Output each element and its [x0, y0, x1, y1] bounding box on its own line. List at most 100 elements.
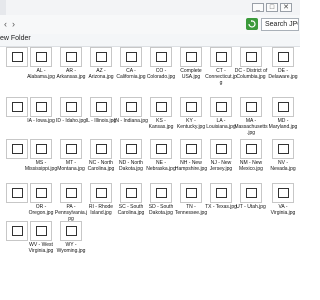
file-item[interactable]: MS - Mississippi.jpg — [24, 139, 58, 172]
file-item[interactable]: CA - California.jpg — [114, 47, 148, 80]
file-item[interactable]: AZ - Arizona.jpg — [84, 47, 118, 80]
image-thumbnail-icon — [272, 183, 294, 203]
file-item[interactable]: UT - Utah.jpg — [234, 183, 268, 210]
state-outline-icon — [186, 144, 197, 154]
image-thumbnail-icon — [210, 97, 232, 117]
image-thumbnail-icon — [272, 139, 294, 159]
back-icon[interactable]: ‹ — [4, 19, 7, 29]
file-item[interactable]: NH - New Hampshire.jpg — [174, 139, 208, 172]
close-button[interactable]: ✕ — [280, 3, 292, 12]
file-item[interactable]: NE - Nebraska.jpg — [144, 139, 178, 172]
file-label: LA - Louisiana.jpg — [206, 118, 236, 130]
image-thumbnail-icon — [90, 97, 112, 117]
file-item[interactable]: OR - Oregon.jpg — [24, 183, 58, 216]
state-outline-icon — [36, 52, 47, 62]
file-item[interactable]: MA - Massachusetts.jpg — [234, 97, 268, 136]
file-item[interactable]: DC - District of Columbia.jpg — [234, 47, 268, 80]
file-item[interactable]: ID - Idaho.jpg — [54, 97, 88, 124]
state-outline-icon — [186, 102, 197, 112]
state-outline-icon — [278, 52, 289, 62]
state-outline-icon — [12, 226, 23, 236]
file-label: UT - Utah.jpg — [236, 204, 266, 210]
image-thumbnail-icon — [180, 97, 202, 117]
image-thumbnail-icon — [60, 97, 82, 117]
file-item[interactable]: WY - Wyoming.jpg — [54, 221, 88, 254]
file-item[interactable]: KS - Kansas.jpg — [144, 97, 178, 130]
image-thumbnail-icon — [240, 139, 262, 159]
file-item[interactable]: SD - South Dakota.jpg — [144, 183, 178, 216]
file-item[interactable]: NM - New Mexico.jpg — [234, 139, 268, 172]
new-folder-button[interactable]: ew Folder — [0, 35, 31, 42]
file-item[interactable]: MD - Maryland.jpg — [266, 97, 300, 130]
file-item[interactable]: TX - Texas.jpg — [204, 183, 238, 210]
file-item[interactable]: TN - Tennessee.jpg — [174, 183, 208, 216]
state-outline-icon — [186, 188, 197, 198]
file-item[interactable]: KY - Kentucky.jpg — [174, 97, 208, 130]
file-item[interactable]: IA - Iowa.jpg — [24, 97, 58, 124]
file-label: IN - Indiana.jpg — [114, 118, 148, 124]
file-label: NJ - New Jersey.jpg — [209, 160, 233, 172]
file-item[interactable]: NV - Nevada.jpg — [266, 139, 300, 172]
file-label: WY - Wyoming.jpg — [56, 242, 86, 254]
command-toolbar: ew Folder — [0, 34, 300, 47]
file-item[interactable]: DE - Delaware.jpg — [266, 47, 300, 80]
file-label: IA - Iowa.jpg — [27, 118, 55, 124]
file-label: AR - Arkansas.jpg — [56, 68, 86, 80]
forward-icon[interactable]: › — [12, 19, 15, 29]
file-item[interactable]: Complete USA.jpg — [174, 47, 208, 80]
file-item[interactable]: WV - West Virginia.jpg — [24, 221, 58, 254]
file-label: KS - Kansas.jpg — [148, 118, 174, 130]
state-outline-icon — [126, 144, 137, 154]
state-outline-icon — [156, 144, 167, 154]
file-item[interactable]: IL - Illinois.jpg — [84, 97, 118, 124]
state-outline-icon — [126, 102, 137, 112]
file-item[interactable]: CO - Colorado.jpg — [144, 47, 178, 80]
file-item[interactable]: CT - Connecticut.jpg — [204, 47, 238, 86]
file-label: AZ - Arizona.jpg — [88, 68, 114, 80]
file-item[interactable]: VA - Virginia.jpg — [266, 183, 300, 216]
file-label: MT - Montana.jpg — [57, 160, 85, 172]
maximize-button[interactable]: □ — [266, 3, 278, 12]
state-outline-icon — [126, 52, 137, 62]
search-input[interactable]: Search JPG — [261, 18, 299, 31]
file-item[interactable]: NJ - New Jersey.jpg — [204, 139, 238, 172]
state-outline-icon — [36, 188, 47, 198]
file-label: SD - South Dakota.jpg — [148, 204, 174, 216]
file-label: CT - Connecticut.jpg — [205, 68, 237, 86]
state-outline-icon — [278, 188, 289, 198]
state-outline-icon — [12, 188, 23, 198]
window-titlebar: _ □ ✕ — [0, 0, 300, 16]
state-outline-icon — [12, 144, 23, 154]
file-label: CO - Colorado.jpg — [146, 68, 176, 80]
file-label: MS - Mississippi.jpg — [24, 160, 58, 172]
image-thumbnail-icon — [240, 97, 262, 117]
file-label: TX - Texas.jpg — [205, 204, 237, 210]
file-item[interactable]: MT - Montana.jpg — [54, 139, 88, 172]
file-label: CA - California.jpg — [116, 68, 146, 80]
minimize-button[interactable]: _ — [252, 3, 264, 12]
state-outline-icon — [66, 102, 77, 112]
refresh-button[interactable] — [246, 18, 258, 30]
state-outline-icon — [216, 188, 227, 198]
file-item[interactable]: AR - Arkansas.jpg — [54, 47, 88, 80]
state-outline-icon — [66, 226, 77, 236]
file-label: KY - Kentucky.jpg — [176, 118, 206, 130]
image-thumbnail-icon — [210, 47, 232, 67]
file-item[interactable]: ND - North Dakota.jpg — [114, 139, 148, 172]
state-outline-icon — [126, 188, 137, 198]
image-thumbnail-icon — [30, 139, 52, 159]
address-bar: ‹ › Search JPG — [0, 15, 300, 35]
image-thumbnail-icon — [90, 139, 112, 159]
image-thumbnail-icon — [210, 183, 232, 203]
file-item[interactable]: LA - Louisiana.jpg — [204, 97, 238, 130]
file-item[interactable]: IN - Indiana.jpg — [114, 97, 148, 124]
state-outline-icon — [36, 102, 47, 112]
file-item[interactable]: RI - Rhode Island.jpg — [84, 183, 118, 216]
image-thumbnail-icon — [60, 47, 82, 67]
file-item[interactable]: NC - North Carolina.jpg — [84, 139, 118, 172]
file-item[interactable]: AL - Alabama.jpg — [24, 47, 58, 80]
file-item[interactable]: SC - South Carolina.jpg — [114, 183, 148, 216]
file-item[interactable]: PA - Pennsylvania.jpg — [54, 183, 88, 222]
state-outline-icon — [96, 188, 107, 198]
file-label: AL - Alabama.jpg — [27, 68, 55, 80]
